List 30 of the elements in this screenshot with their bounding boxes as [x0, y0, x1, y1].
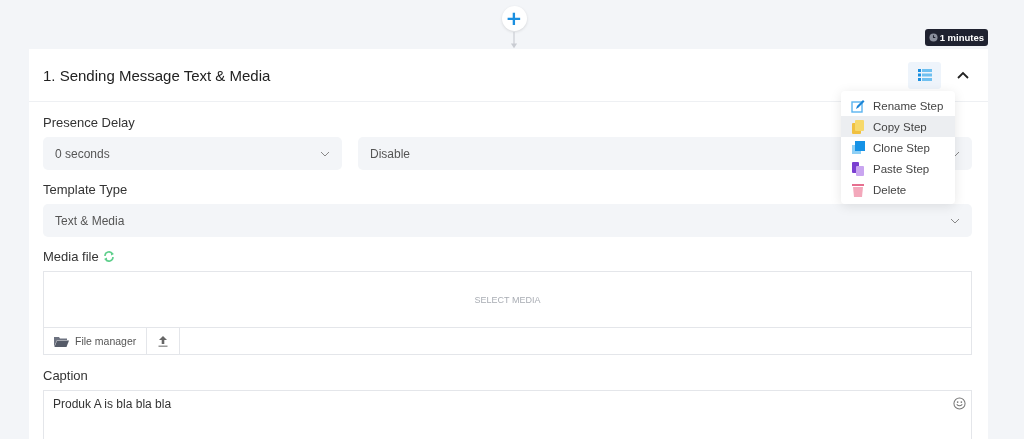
edit-icon [851, 98, 865, 113]
clock-icon [928, 33, 938, 42]
media-placeholder: SELECT MEDIA [474, 294, 541, 305]
connector-arrow [509, 32, 519, 49]
paste-icon [851, 161, 865, 176]
menu-item[interactable]: Copy Step [841, 116, 955, 137]
clone-icon [851, 140, 865, 155]
menu-item[interactable]: Delete [841, 179, 955, 200]
field-label: Template Type [43, 182, 128, 197]
step-title: 1. Sending Message Text & Media [43, 66, 272, 84]
step-menu-button[interactable] [908, 61, 941, 89]
copy-icon [851, 119, 865, 134]
field-label: Media file [43, 249, 99, 264]
folder-icon [54, 335, 69, 347]
field-label: Caption [43, 368, 88, 383]
delay-select[interactable]: 0 seconds [43, 137, 342, 170]
list-icon [917, 69, 932, 81]
duration-text: 1 minutes [939, 32, 984, 43]
media-dropzone[interactable]: SELECT MEDIA File manager [43, 271, 972, 355]
chevron-down-icon [320, 150, 330, 157]
caption-textarea[interactable]: Produk A is bla bla bla [43, 390, 972, 439]
chevron-down-icon [950, 217, 960, 224]
menu-item[interactable]: Rename Step [841, 95, 955, 116]
template-type-select[interactable]: Text & Media [43, 204, 972, 237]
chevron-icon[interactable] [957, 71, 969, 79]
upload-icon [158, 335, 169, 347]
field-label: Presence Delay [43, 115, 135, 130]
emoji-icon[interactable] [953, 397, 966, 410]
trash-icon [851, 182, 865, 197]
menu-item[interactable]: Clone Step [841, 137, 955, 158]
